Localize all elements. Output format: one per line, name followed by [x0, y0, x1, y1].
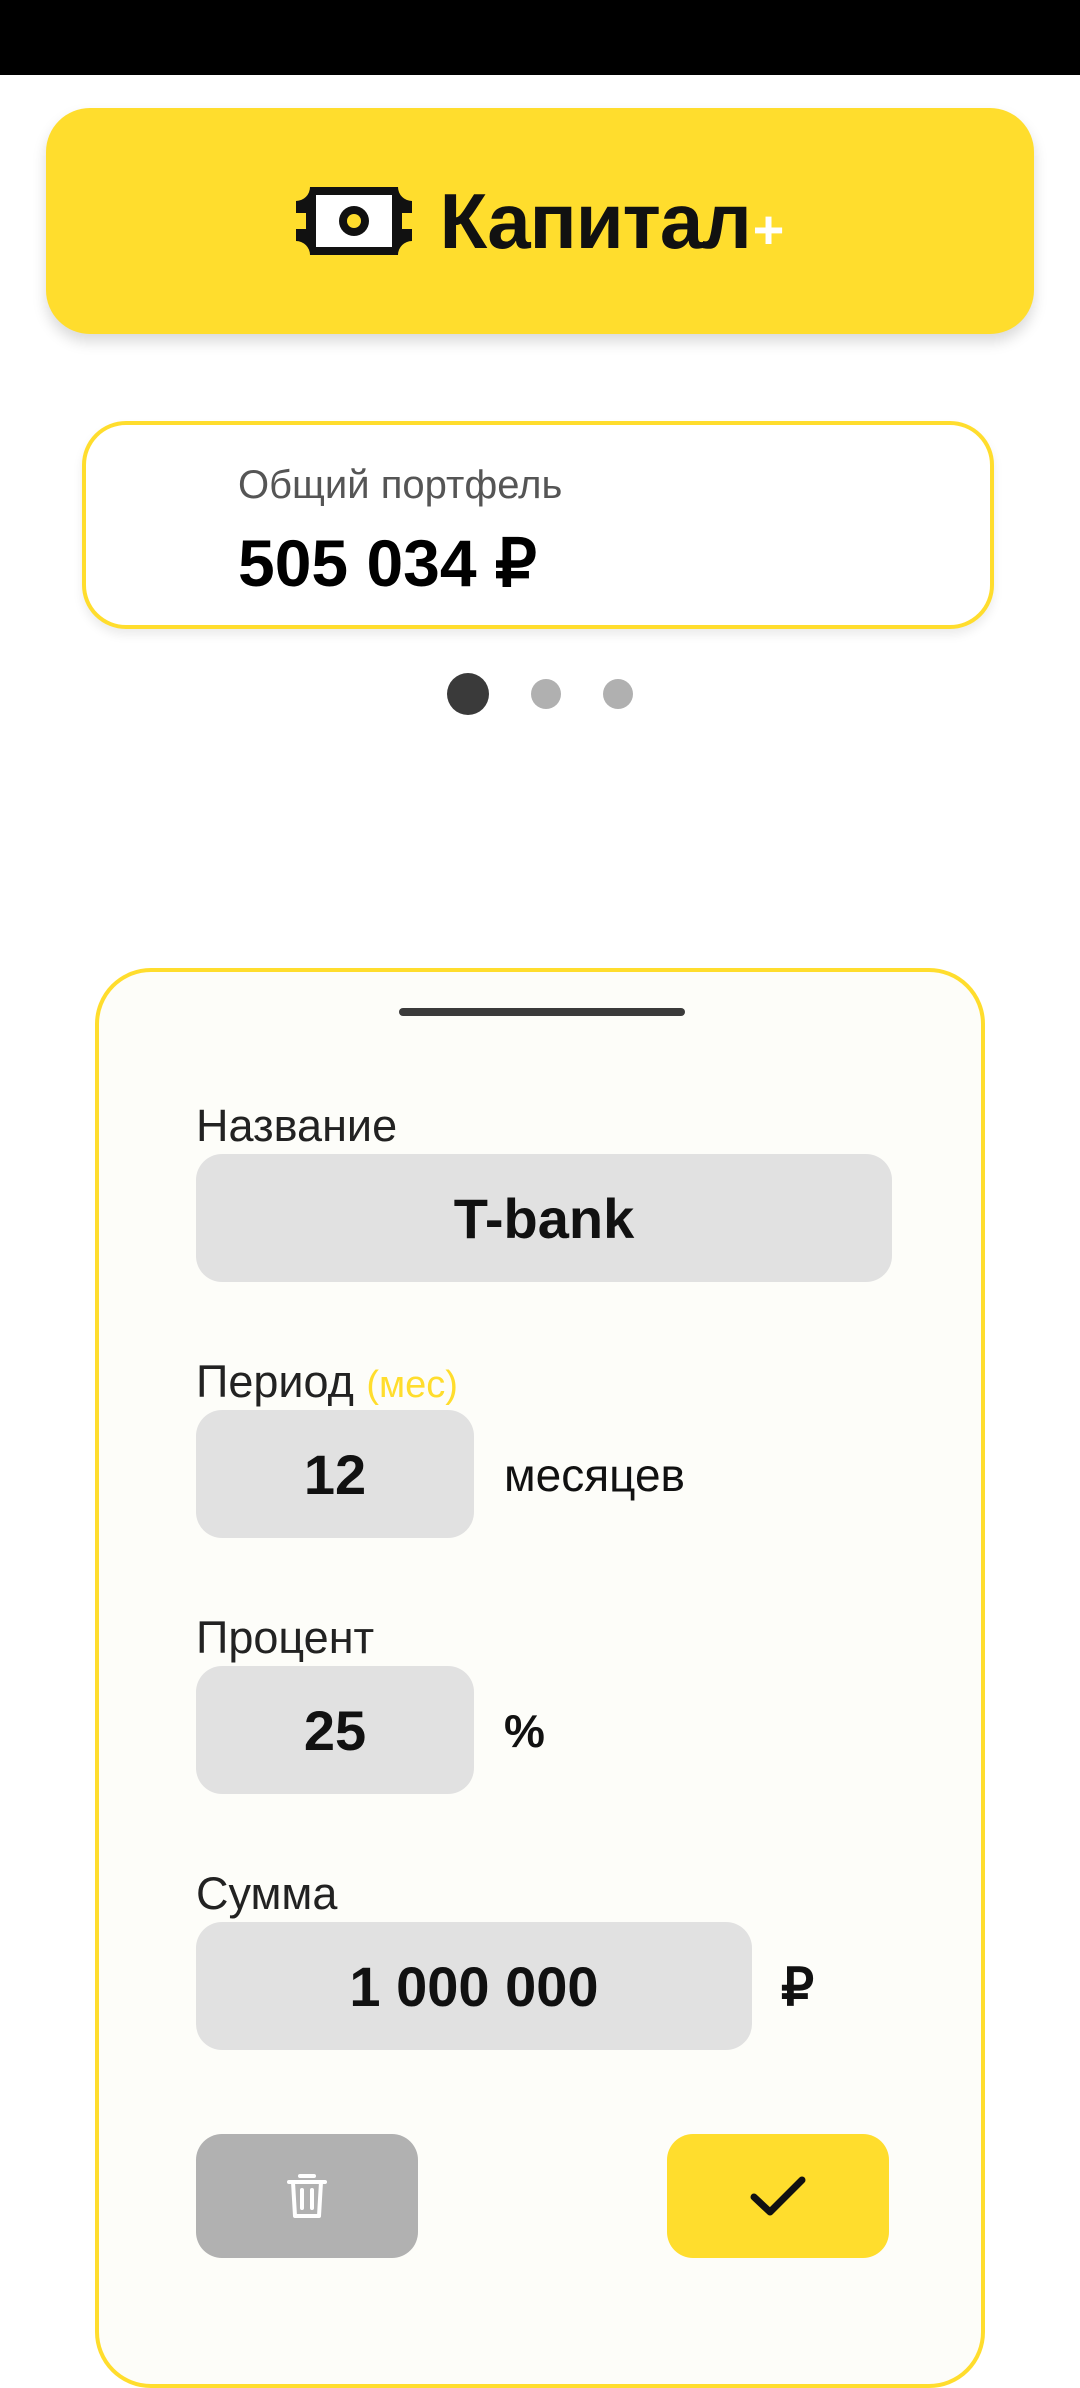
portfolio-card[interactable]: Общий портфель 505 034 ₽	[82, 421, 994, 629]
app-header: Капитал+	[46, 108, 1034, 334]
page-dot-2[interactable]	[531, 679, 561, 709]
percent-label: Процент	[196, 1612, 375, 1663]
period-input[interactable]: 12	[196, 1410, 474, 1538]
logo-icon	[295, 187, 412, 255]
app-logo: Капитал+	[295, 176, 785, 267]
name-input[interactable]: T-bank	[196, 1154, 892, 1282]
sum-label: Сумма	[196, 1868, 338, 1919]
sum-unit: ₽	[781, 1959, 815, 2017]
portfolio-label: Общий портфель	[238, 463, 563, 507]
status-bar	[0, 0, 1080, 75]
period-label: Период (мес)	[196, 1356, 458, 1407]
portfolio-value: 505 034 ₽	[238, 526, 537, 600]
percent-input[interactable]: 25	[196, 1666, 474, 1794]
sum-input[interactable]: 1 000 000	[196, 1922, 752, 2050]
page-indicator	[0, 673, 1080, 715]
percent-unit: %	[504, 1705, 545, 1757]
check-icon	[750, 2176, 806, 2216]
period-hint: (мес)	[366, 1364, 458, 1406]
page-dot-3[interactable]	[603, 679, 633, 709]
confirm-button[interactable]	[667, 2134, 889, 2258]
app-title: Капитал+	[439, 176, 785, 265]
delete-button[interactable]	[196, 2134, 418, 2258]
page-dot-1[interactable]	[447, 673, 489, 715]
drag-handle[interactable]	[399, 1008, 685, 1016]
period-unit: месяцев	[504, 1449, 685, 1501]
edit-deposit-sheet: Название T-bank Период (мес) 12 месяцев …	[95, 968, 985, 2388]
name-label: Название	[196, 1100, 398, 1151]
trash-icon	[287, 2174, 327, 2218]
